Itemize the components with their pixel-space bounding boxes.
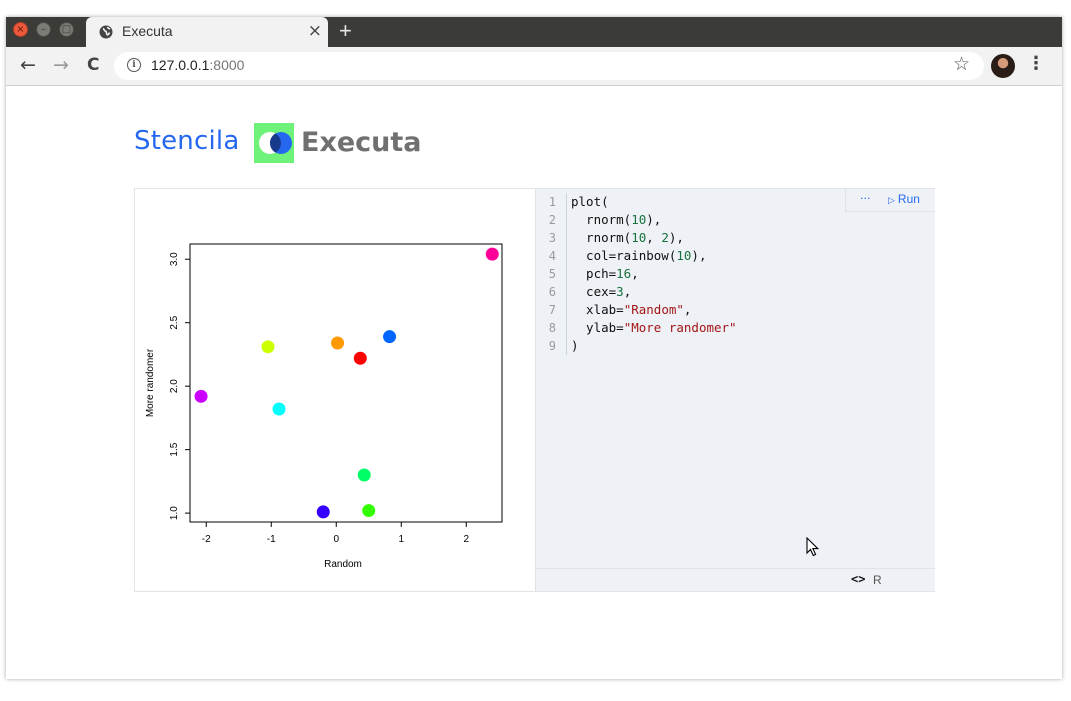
scatter-point — [261, 340, 275, 354]
url-text[interactable]: 127.0.0.1:8000 — [151, 57, 244, 73]
forward-arrow-icon[interactable]: → — [53, 54, 69, 76]
code-cell: -2 -1 0 1 2 1.0 1.5 2.0 2.5 3.0 Random More randome… — [134, 188, 935, 592]
new-tab-button[interactable]: + — [339, 18, 352, 44]
line-number: 2 — [548, 213, 556, 227]
window-close-icon[interactable]: × — [13, 22, 28, 37]
play-icon: ▷ — [888, 195, 895, 205]
window-maximize-icon[interactable]: □ — [59, 22, 74, 37]
x-tick-label: -2 — [202, 534, 211, 545]
code-line[interactable]: cex=3, — [571, 283, 737, 301]
y-tick-label: 2.0 — [169, 379, 180, 393]
y-tick-label: 1.0 — [169, 506, 180, 520]
line-number: 3 — [548, 231, 556, 245]
y-tick-label: 1.5 — [169, 442, 180, 456]
y-tick-label: 3.0 — [169, 252, 180, 266]
address-bar[interactable]: i 127.0.0.1:8000 ☆ — [114, 52, 984, 80]
code-line[interactable]: xlab="Random", — [571, 301, 737, 319]
reload-icon[interactable]: C — [87, 55, 99, 75]
more-options-button[interactable]: ··· — [860, 192, 871, 205]
code-line[interactable]: plot( — [571, 193, 737, 211]
line-number: 9 — [548, 339, 556, 353]
executa-logo-icon — [254, 123, 294, 163]
mouse-cursor-icon — [806, 537, 820, 557]
code-text[interactable]: plot( rnorm(10), rnorm(10, 2), col=rainb… — [571, 193, 737, 355]
stencila-logo-text: Stencila — [134, 126, 240, 156]
scatter-point — [353, 351, 367, 365]
x-tick-label: 1 — [398, 534, 404, 545]
title-bar: × – □ Executa × + — [6, 17, 1062, 47]
scatter-point — [194, 389, 208, 403]
line-number: 7 — [548, 303, 556, 317]
code-line[interactable]: ) — [571, 337, 737, 355]
page-content: Stencila Executa -2 -1 0 1 2 1.0 1.5 2.0 2.5 3.0 R… — [6, 86, 1062, 679]
code-line[interactable]: pch=16, — [571, 265, 737, 283]
line-number: 1 — [548, 195, 556, 209]
executa-logo-text: Executa — [301, 127, 422, 158]
scatter-point — [272, 402, 286, 416]
y-tick-label: 2.5 — [169, 315, 180, 329]
scatter-point — [357, 468, 371, 482]
scatter-point — [362, 504, 376, 518]
code-line[interactable]: ylab="More randomer" — [571, 319, 737, 337]
globe-icon — [99, 25, 113, 39]
browser-toolbar: ← → C i 127.0.0.1:8000 ☆ ⋮ — [6, 47, 1062, 86]
bookmark-star-icon[interactable]: ☆ — [953, 53, 970, 75]
line-number: 4 — [548, 249, 556, 263]
line-number: 8 — [548, 321, 556, 335]
browser-menu-icon[interactable]: ⋮ — [1027, 53, 1045, 74]
x-tick-label: 2 — [463, 534, 469, 545]
tab-close-icon[interactable]: × — [308, 21, 322, 41]
code-line[interactable]: col=rainbow(10), — [571, 247, 737, 265]
cell-footer: <> R — [536, 568, 935, 591]
y-axis-label: More randomer — [145, 348, 156, 417]
scatter-point — [383, 330, 397, 344]
language-label[interactable]: R — [873, 573, 882, 587]
x-axis-label: Random — [324, 559, 362, 570]
code-line[interactable]: rnorm(10), — [571, 211, 737, 229]
plot-frame — [189, 243, 503, 523]
code-editor[interactable]: 1 2 3 4 5 6 7 8 9 plot( rnorm(10), rnorm(10, 2),… — [535, 189, 935, 591]
code-brackets-icon: <> — [851, 572, 866, 586]
window-minimize-icon[interactable]: – — [36, 22, 51, 37]
line-number-gutter: 1 2 3 4 5 6 7 8 9 — [536, 193, 567, 355]
browser-window: × – □ Executa × + ← → C i 127.0.0.1:8000… — [6, 17, 1062, 679]
run-label: Run — [897, 192, 920, 206]
cell-menu: ··· ▷ Run — [845, 189, 935, 212]
code-line[interactable]: rnorm(10, 2), — [571, 229, 737, 247]
scatter-point — [331, 336, 345, 350]
line-number: 6 — [548, 285, 556, 299]
profile-avatar[interactable] — [991, 54, 1015, 78]
back-arrow-icon[interactable]: ← — [20, 54, 36, 76]
line-number: 5 — [548, 267, 556, 281]
x-tick-label: -1 — [267, 534, 276, 545]
info-icon[interactable]: i — [127, 58, 141, 72]
scatter-point — [316, 505, 330, 519]
browser-tab[interactable]: Executa × — [86, 17, 328, 47]
x-tick-label: 0 — [333, 534, 339, 545]
tab-title: Executa — [122, 23, 173, 39]
scatter-point — [485, 247, 499, 261]
scatter-plot: -2 -1 0 1 2 1.0 1.5 2.0 2.5 3.0 Random More randome… — [145, 243, 503, 570]
cell-output: -2 -1 0 1 2 1.0 1.5 2.0 2.5 3.0 Random More randome… — [135, 189, 535, 591]
run-button[interactable]: ▷ Run — [888, 192, 920, 206]
